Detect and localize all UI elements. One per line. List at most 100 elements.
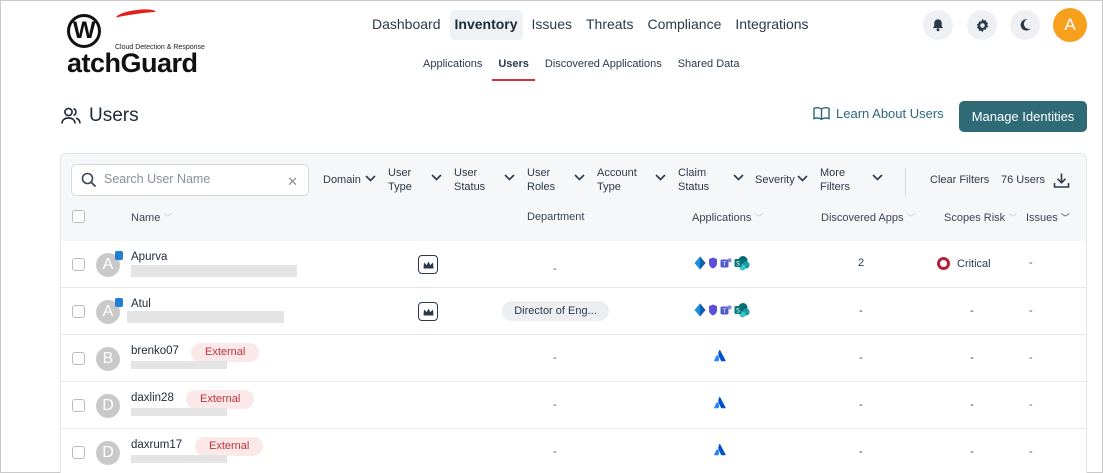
- filter-user-type[interactable]: User Type: [388, 166, 442, 194]
- row-checkbox[interactable]: [72, 446, 85, 459]
- issues: -: [1029, 305, 1033, 317]
- row-checkbox[interactable]: [72, 258, 85, 271]
- clear-search-icon[interactable]: ✕: [287, 174, 298, 190]
- nav-compliance[interactable]: Compliance: [642, 10, 726, 40]
- bell-icon: [933, 19, 943, 32]
- filter-user-type-label: User: [388, 167, 412, 179]
- filter-claim-status[interactable]: Claim Status: [678, 166, 744, 194]
- nav-integrations[interactable]: Integrations: [730, 10, 813, 40]
- select-all-checkbox[interactable]: [72, 210, 85, 223]
- col-scopes-risk[interactable]: Scopes Risk ﹀: [944, 211, 1017, 224]
- table-row[interactable]: B brenko07 External - - - -: [61, 335, 1086, 382]
- filter-severity[interactable]: Severity: [755, 173, 808, 187]
- table-row[interactable]: D daxrum17 External - - - -: [61, 429, 1086, 473]
- watchguard-logo[interactable]: WatchGuard Cloud Detection & Response: [61, 7, 205, 78]
- manage-identities-button[interactable]: Manage Identities: [959, 101, 1087, 132]
- table-row[interactable]: A Atul Director of Eng... T S - - -: [61, 288, 1086, 335]
- col-discovered-apps-label: Discovered Apps: [821, 212, 904, 224]
- external-badge: External: [195, 437, 264, 456]
- search-box[interactable]: ✕: [71, 164, 309, 196]
- table-row[interactable]: A Apurva - T S 2 Critical -: [61, 241, 1086, 288]
- book-icon: [813, 107, 830, 121]
- filter-account-type-label-2: Type: [597, 181, 621, 193]
- filter-domain[interactable]: Domain: [323, 173, 376, 187]
- search-input[interactable]: [104, 172, 284, 186]
- notifications-button[interactable]: [923, 10, 953, 40]
- row-checkbox[interactable]: [72, 352, 85, 365]
- discovered-apps: -: [859, 305, 863, 317]
- page-title-text: Users: [89, 105, 139, 126]
- filter-more-filters[interactable]: More Filters: [820, 166, 883, 194]
- user-name[interactable]: Apurva: [131, 251, 167, 263]
- nav-dashboard[interactable]: Dashboard: [367, 10, 446, 40]
- filter-user-type-label-2: Type: [388, 181, 412, 193]
- row-checkbox[interactable]: [72, 305, 85, 318]
- azure-ad-icon: [694, 303, 706, 317]
- filter-user-roles-label: User: [527, 167, 551, 179]
- page-title: Users: [61, 105, 139, 127]
- users-icon: [61, 107, 81, 124]
- chevron-down-icon: [797, 175, 808, 182]
- user-name[interactable]: brenko07: [131, 345, 179, 357]
- row-checkbox[interactable]: [72, 399, 85, 412]
- subtab-users[interactable]: Users: [490, 57, 537, 81]
- chevron-down-icon: [872, 174, 883, 181]
- azure-ad-icon: [694, 256, 706, 270]
- atlassian-icon: [714, 396, 726, 409]
- user-avatar[interactable]: A: [1053, 8, 1087, 42]
- sort-icon: ﹀: [163, 213, 173, 223]
- col-applications[interactable]: Applications ﹀: [692, 211, 763, 224]
- department: -: [553, 399, 557, 411]
- filter-account-type[interactable]: Account Type: [597, 166, 666, 194]
- nav-inventory[interactable]: Inventory: [449, 10, 523, 40]
- nav-issues[interactable]: Issues: [527, 10, 577, 40]
- issues: -: [1029, 446, 1033, 458]
- download-icon[interactable]: [1053, 172, 1070, 189]
- table-row[interactable]: D daxlin28 External - - - -: [61, 382, 1086, 429]
- subtab-discovered-applications[interactable]: Discovered Applications: [537, 57, 670, 81]
- learn-about-users-link[interactable]: Learn About Users: [813, 106, 944, 121]
- department: -: [553, 446, 557, 458]
- user-name[interactable]: daxlin28: [131, 392, 174, 404]
- redacted-email: [131, 455, 227, 463]
- filter-claim-status-label: Claim: [678, 167, 707, 179]
- chevron-down-icon: [431, 174, 442, 181]
- settings-button[interactable]: [967, 10, 997, 40]
- theme-toggle-button[interactable]: [1010, 10, 1040, 40]
- col-discovered-apps[interactable]: Discovered Apps ﹀: [821, 211, 916, 224]
- applications-cell: T S: [694, 302, 750, 318]
- filter-severity-label: Severity: [755, 174, 795, 186]
- toolbar-divider: [905, 168, 906, 196]
- filter-domain-label: Domain: [323, 174, 361, 186]
- applications-cell: [694, 443, 726, 456]
- col-issues-label: Issues: [1026, 212, 1058, 224]
- department: -: [553, 352, 557, 364]
- external-badge: External: [186, 390, 255, 409]
- teams-icon: T: [720, 305, 732, 315]
- department: -: [553, 263, 557, 275]
- filter-user-status-label-2: Status: [454, 181, 486, 193]
- filter-user-roles[interactable]: User Roles: [527, 166, 585, 194]
- col-name[interactable]: Name ﹀: [131, 211, 172, 224]
- table-header: Name ﹀ Department Applications ﹀ Discovere…: [61, 202, 1086, 230]
- svg-text:S: S: [736, 308, 740, 315]
- subtab-applications[interactable]: Applications: [415, 57, 490, 81]
- atlassian-icon: [714, 349, 726, 362]
- subtab-shared-data[interactable]: Shared Data: [670, 57, 748, 81]
- scopes-risk: -: [970, 352, 974, 364]
- nav-threats[interactable]: Threats: [581, 10, 638, 40]
- scopes-risk-label: Critical: [957, 257, 991, 270]
- col-issues[interactable]: Issues ﹀: [1026, 211, 1070, 224]
- moon-icon: [1020, 19, 1031, 31]
- user-name[interactable]: Atul: [131, 298, 151, 310]
- chevron-down-icon: [365, 175, 376, 182]
- filter-more-filters-label: More: [820, 167, 846, 179]
- col-name-label: Name: [131, 212, 161, 224]
- chevron-down-icon: [574, 174, 585, 181]
- svg-text:T: T: [722, 260, 727, 268]
- user-name[interactable]: daxrum17: [131, 439, 182, 451]
- defender-icon: [709, 257, 717, 269]
- redacted-email: [127, 311, 284, 323]
- filter-user-status[interactable]: User Status: [454, 166, 515, 194]
- clear-filters-button[interactable]: Clear Filters: [930, 174, 989, 186]
